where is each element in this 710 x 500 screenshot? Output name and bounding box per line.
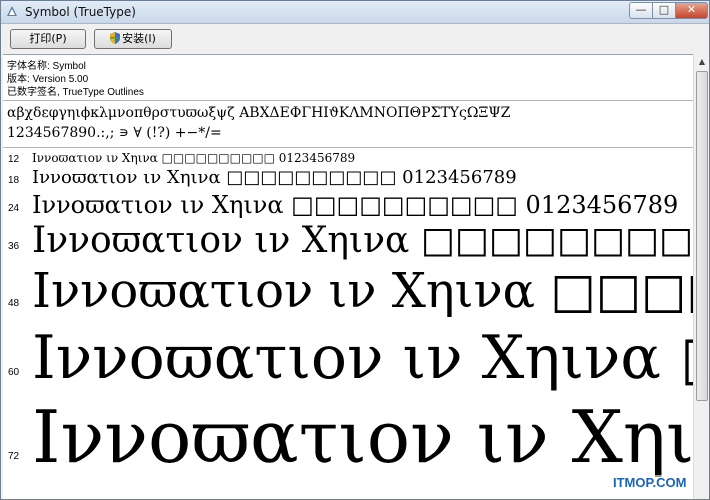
divider — [3, 100, 693, 101]
sample-row-48: 48 Ιννοϖατιον ιν Χηινα □□□□□□□□□□ 012345… — [3, 263, 693, 323]
sample-text: Ιννοϖατιον ιν Χηινα □□□□□□□□□□ 012345678… — [32, 167, 517, 188]
size-label: 12 — [8, 154, 20, 165]
install-button[interactable]: 安装(I) — [94, 29, 172, 49]
vertical-scrollbar[interactable]: ▲ — [693, 54, 709, 498]
watermark: ITMOP.COM — [611, 475, 689, 490]
sample-row-60: 60 Ιννοϖατιον ιν Χηινα □□□□□□□□□□ 012345… — [3, 323, 693, 397]
sample-text: Ιννοϖατιον ιν Χηινα □□□□□□□□□□ 012345678… — [32, 263, 693, 319]
font-preview-pane: 字体名称: Symbol 版本: Version 5.00 已数字签名, Tru… — [3, 54, 693, 499]
close-button[interactable]: ✕ — [675, 2, 708, 19]
sample-row-72: 72 Ιννοϖατιον ιν Χηινα □□□□□□□□□□ 012345… — [3, 395, 693, 485]
sample-text: Ιννοϖατιον ιν Χηινα □□□□□□□□□□ 012345678… — [32, 395, 693, 479]
size-label: 72 — [8, 451, 20, 462]
maximize-button[interactable]: □ — [652, 2, 676, 19]
sample-row-24: 24 Ιννοϖατιον ιν Χηινα □□□□□□□□□□ 012345… — [3, 191, 693, 221]
sample-text: Ιννοϖατιον ιν Χηινα □□□□□□□□□□ 012345678… — [32, 151, 356, 165]
sample-row-18: 18 Ιννοϖατιον ιν Χηινα □□□□□□□□□□ 012345… — [3, 166, 693, 190]
size-label: 18 — [8, 175, 20, 186]
charset-line-1: αβχδεφγηιϕκλμνοπθρστυϖωξψζ ΑΒΧΔΕΦΓΗΙϑΚΛΜ… — [7, 105, 511, 121]
sample-text: Ιννοϖατιον ιν Χηινα □□□□□□□□□□ 012345678… — [32, 191, 679, 219]
divider — [3, 147, 693, 148]
title-bar[interactable]: Symbol (TrueType) — □ ✕ — [1, 1, 709, 24]
sample-text: Ιννοϖατιον ιν Χηινα □□□□□□□□□□ 012345678… — [32, 220, 693, 261]
size-label: 24 — [8, 203, 20, 214]
font-app-icon — [7, 6, 17, 16]
font-viewer-window: Symbol (TrueType) — □ ✕ 打印(P) 安装(I) 字体名称… — [0, 0, 710, 500]
window-title: Symbol (TrueType) — [25, 5, 136, 19]
print-button-label: 打印(P) — [29, 32, 67, 45]
sample-row-36: 36 Ιννοϖατιον ιν Χηινα □□□□□□□□□□ 012345… — [3, 220, 693, 265]
toolbar: 打印(P) 安装(I) — [1, 24, 709, 53]
size-label: 36 — [8, 241, 20, 252]
install-button-label: 安装(I) — [122, 32, 156, 45]
scrollbar-thumb[interactable] — [696, 71, 708, 401]
signature-line: 已数字签名, TrueType Outlines — [7, 87, 144, 98]
scroll-up-button[interactable]: ▲ — [694, 54, 709, 70]
charset-line-2: 1234567890.:,; ∍ ∀ (!?) +−*/= — [7, 125, 222, 141]
print-button[interactable]: 打印(P) — [10, 29, 86, 49]
minimize-button[interactable]: — — [629, 2, 653, 19]
size-label: 60 — [8, 367, 20, 378]
shield-icon — [110, 32, 121, 44]
size-label: 48 — [8, 298, 20, 309]
sample-text: Ιννοϖατιον ιν Χηινα □□□□□□□□□□ 012345678… — [32, 323, 693, 393]
